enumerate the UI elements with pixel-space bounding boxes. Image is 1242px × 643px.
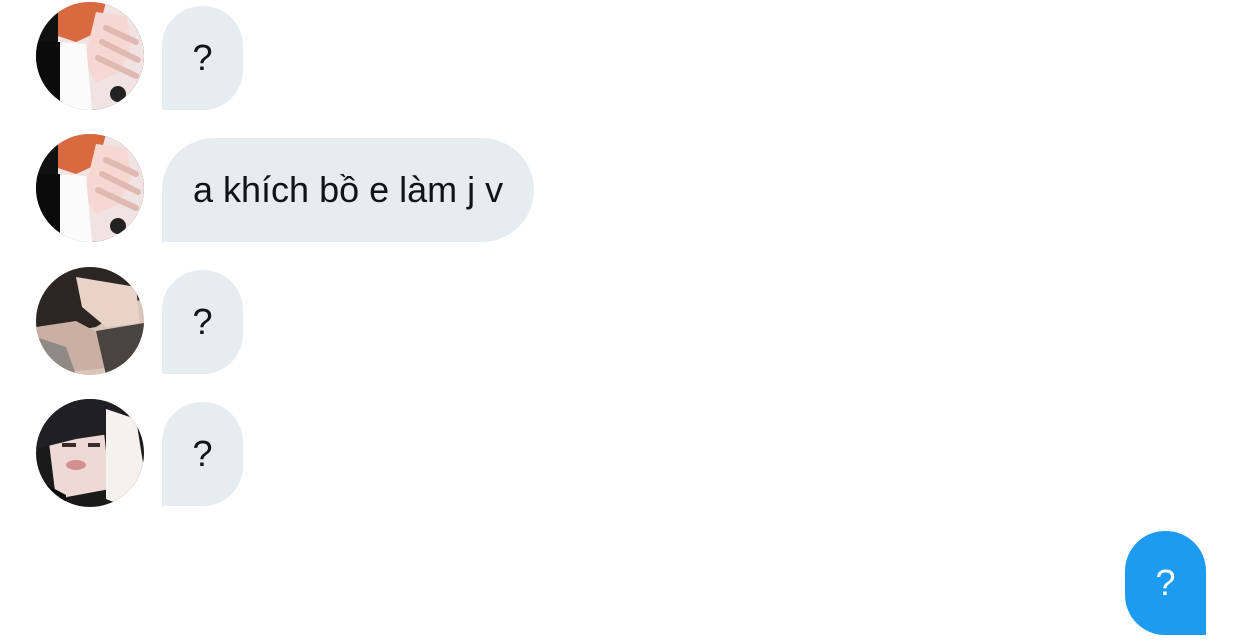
avatar-red-hair-hand-image	[36, 134, 144, 242]
avatar-dark-hair-hand-image	[36, 267, 144, 375]
avatar-dark-hair-hood-image	[36, 399, 144, 507]
avatar[interactable]	[36, 134, 144, 242]
avatar-red-hair-hand-image	[36, 2, 144, 110]
message-bubble[interactable]: ?	[162, 402, 243, 506]
message-bubble[interactable]: ?	[162, 270, 243, 374]
avatar[interactable]	[36, 2, 144, 110]
avatar[interactable]	[36, 267, 144, 375]
message-bubble[interactable]: ?	[162, 6, 243, 110]
message-bubble[interactable]: a khích bồ e làm j v	[162, 138, 535, 242]
avatar[interactable]	[36, 399, 144, 507]
sent-message-bubble[interactable]: ?	[1125, 531, 1206, 635]
